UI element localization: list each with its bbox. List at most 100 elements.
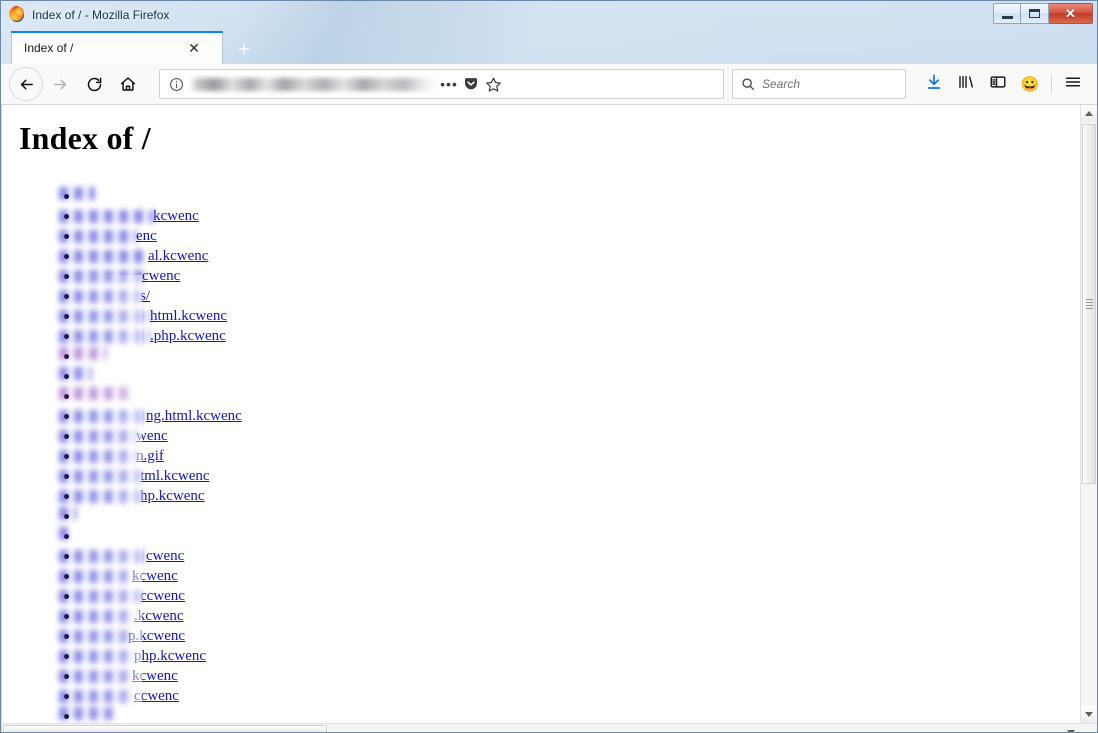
redacted-filename <box>59 449 137 463</box>
list-item: ccwenc <box>59 586 1080 606</box>
link-text: kcwenc <box>153 208 199 225</box>
directory-link[interactable]: al.kcwenc <box>59 246 208 266</box>
tab-close-icon[interactable]: ✕ <box>184 38 204 58</box>
directory-link[interactable]: kcwenc <box>59 666 178 686</box>
directory-link[interactable]: html.kcwenc <box>59 306 227 326</box>
directory-link[interactable] <box>59 187 95 201</box>
list-item: hp.kcwenc <box>59 486 1080 506</box>
link-text: .kcwenc <box>134 608 184 625</box>
directory-link[interactable]: tml.kcwenc <box>59 466 210 486</box>
directory-link[interactable]: s/ <box>59 286 150 306</box>
maximize-button[interactable] <box>1021 3 1049 24</box>
tab-index-of[interactable]: Index of / ✕ <box>11 31 223 64</box>
directory-link[interactable]: cwenc <box>59 546 184 566</box>
redacted-filename <box>59 229 137 243</box>
directory-link[interactable]: kcwenc <box>59 566 178 586</box>
directory-link[interactable]: cwenc <box>59 266 180 286</box>
scroll-up-arrow-icon[interactable] <box>1081 105 1097 122</box>
list-item: ng.html.kcwenc <box>59 406 1080 426</box>
scrollbar-corner <box>1080 724 1097 732</box>
list-item <box>59 706 1080 723</box>
list-item: php.kcwenc <box>59 646 1080 666</box>
link-text: ccwenc <box>140 588 185 605</box>
scroll-right-arrow-icon[interactable] <box>1063 724 1079 732</box>
directory-link[interactable] <box>59 707 113 721</box>
list-item: kcwenc <box>59 566 1080 586</box>
list-item: al.kcwenc <box>59 246 1080 266</box>
directory-link[interactable]: ng.html.kcwenc <box>59 406 242 426</box>
vertical-scrollbar-thumb[interactable] <box>1082 124 1096 484</box>
redacted-filename <box>59 187 95 201</box>
redacted-filename <box>59 387 133 401</box>
directory-link[interactable]: ccwenc <box>59 686 179 706</box>
directory-link[interactable]: n.gif <box>59 446 164 466</box>
list-item: .php.kcwenc <box>59 326 1080 346</box>
list-item <box>59 386 1080 406</box>
close-button[interactable]: ✕ <box>1049 3 1093 24</box>
scroll-down-arrow-icon[interactable] <box>1081 706 1097 723</box>
directory-link[interactable]: hp.kcwenc <box>59 486 205 506</box>
account-button[interactable]: 😀 <box>1014 68 1046 100</box>
minimize-button[interactable] <box>993 3 1021 24</box>
redacted-filename <box>59 589 141 603</box>
directory-link[interactable]: .php.kcwenc <box>59 326 226 346</box>
directory-link[interactable]: enc <box>59 226 157 246</box>
new-tab-button[interactable]: + <box>229 34 259 64</box>
link-text: hp.kcwenc <box>140 488 205 505</box>
directory-link[interactable] <box>59 527 71 541</box>
downloads-icon <box>925 73 943 96</box>
pocket-icon[interactable] <box>460 73 482 95</box>
downloads-button[interactable] <box>918 68 950 100</box>
window-controls: ✕ <box>993 3 1093 24</box>
redacted-filename <box>59 507 77 521</box>
list-item <box>59 526 1080 546</box>
directory-link[interactable]: ccwenc <box>59 586 185 606</box>
navigation-toolbar: ••• Search 😀 <box>1 64 1097 105</box>
library-button[interactable] <box>950 68 982 100</box>
redacted-filename <box>59 549 147 563</box>
web-page: Index of / kcwenc enc al.kcwenc cwenc s/html… <box>2 105 1080 723</box>
page-info-icon[interactable] <box>166 74 186 94</box>
directory-link[interactable] <box>59 367 92 381</box>
sidebar-icon <box>989 73 1007 96</box>
horizontal-scrollbar-thumb[interactable] <box>3 725 327 732</box>
redacted-filename <box>59 689 135 703</box>
redacted-filename <box>59 409 147 423</box>
search-input[interactable]: Search <box>762 77 800 91</box>
bookmark-star-icon[interactable] <box>482 73 504 95</box>
app-menu-button[interactable] <box>1057 68 1089 100</box>
redacted-filename <box>59 269 143 283</box>
link-text: tml.kcwenc <box>140 468 210 485</box>
directory-link[interactable] <box>59 507 77 521</box>
directory-link[interactable]: php.kcwenc <box>59 646 206 666</box>
url-input[interactable] <box>190 77 438 91</box>
reload-button[interactable] <box>77 67 111 101</box>
forward-button[interactable] <box>43 67 77 101</box>
directory-listing: kcwenc enc al.kcwenc cwenc s/html.kcwenc .php… <box>19 186 1080 723</box>
home-icon <box>119 75 137 93</box>
redacted-filename <box>59 329 151 343</box>
back-button[interactable] <box>9 67 43 101</box>
link-text: n.gif <box>136 448 164 465</box>
link-text: cwenc <box>146 548 185 565</box>
vertical-scrollbar[interactable] <box>1080 105 1097 723</box>
directory-link[interactable]: .kcwenc <box>59 606 184 626</box>
directory-link[interactable] <box>59 387 133 401</box>
directory-link[interactable]: p.kcwenc <box>59 626 185 646</box>
page-actions-icon[interactable]: ••• <box>438 73 460 95</box>
directory-link[interactable] <box>59 347 107 361</box>
sidebar-button[interactable] <box>982 68 1014 100</box>
directory-link[interactable]: kcwenc <box>59 206 199 226</box>
toolbar-separator <box>1051 74 1052 94</box>
home-button[interactable] <box>111 67 145 101</box>
firefox-logo-icon <box>7 4 25 23</box>
list-item: html.kcwenc <box>59 306 1080 326</box>
search-bar[interactable]: Search <box>732 69 906 99</box>
back-icon <box>18 76 35 93</box>
url-bar[interactable]: ••• <box>159 69 724 99</box>
directory-link[interactable]: wenc <box>59 426 168 446</box>
horizontal-scrollbar[interactable] <box>1 723 1097 732</box>
list-item: kcwenc <box>59 666 1080 686</box>
link-text: kcwenc <box>132 568 178 585</box>
list-item <box>59 506 1080 526</box>
